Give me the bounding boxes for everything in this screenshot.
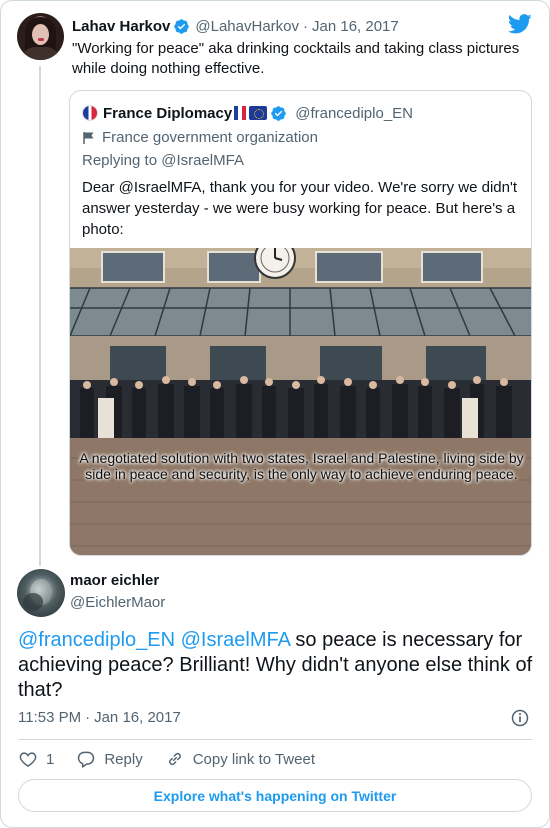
reply-label: Reply: [104, 750, 143, 768]
author-handle[interactable]: @LahavHarkov: [195, 18, 299, 35]
copy-link-button[interactable]: Copy link to Tweet: [165, 749, 315, 769]
reply-date: Jan 16, 2017: [94, 709, 181, 726]
reply-icon: [78, 751, 95, 768]
author-name[interactable]: Lahav Harkov: [72, 18, 170, 35]
like-count: 1: [46, 750, 55, 768]
reply-timestamp[interactable]: 11:53 PM · Jan 16, 2017: [18, 709, 181, 726]
verified-badge-icon: [174, 18, 190, 34]
government-label: France government organization: [82, 129, 318, 146]
mention-francediplo[interactable]: @francediplo_EN: [18, 629, 175, 651]
twitter-bird-icon[interactable]: [508, 14, 532, 34]
info-icon[interactable]: [510, 708, 530, 728]
action-bar: 1 Reply Copy link to Tweet: [18, 748, 337, 770]
quoted-tweet[interactable]: France Diplomacy @francediplo_EN France …: [69, 90, 532, 556]
separator-dot: ·: [303, 17, 308, 35]
quoted-tweet-text: Dear @IsraelMFA, thank you for your vide…: [82, 179, 518, 238]
france-diplomacy-avatar: [82, 105, 98, 121]
reply-author-name[interactable]: maor eichler: [70, 572, 159, 589]
link-icon: [168, 752, 181, 766]
reply-text: @francediplo_EN @IsraelMFA so peace is n…: [18, 628, 538, 703]
avatar-maor[interactable]: [17, 569, 65, 617]
verified-badge-icon: [271, 105, 286, 121]
copy-link-label: Copy link to Tweet: [192, 750, 315, 768]
like-button[interactable]: 1: [18, 749, 54, 769]
divider: [18, 739, 532, 740]
france-flag-icon: [234, 106, 247, 120]
group-photo-illustration: [70, 248, 531, 555]
group-photo[interactable]: A negotiated solution with two states, I…: [70, 248, 531, 555]
government-flag-icon: [83, 131, 94, 144]
tweet-date[interactable]: Jan 16, 2017: [312, 18, 399, 35]
tweet-text: "Working for peace" aka drinking cocktai…: [72, 40, 520, 77]
explore-button[interactable]: Explore what's happening on Twitter: [18, 779, 532, 812]
quoted-author-handle: @francediplo_EN: [295, 104, 414, 122]
photo-caption: A negotiated solution with two states, I…: [79, 450, 524, 482]
tweet-header: Lahav Harkov @LahavHarkov · Jan 16, 2017: [72, 16, 399, 36]
reply-time: 11:53 PM: [18, 709, 82, 726]
mention-israelmfa[interactable]: @IsraelMFA: [181, 629, 290, 651]
reply-button[interactable]: Reply: [76, 749, 143, 769]
reply-author-handle[interactable]: @EichlerMaor: [70, 594, 165, 611]
org-label: France government organization: [102, 129, 318, 146]
eu-flag-icon: [249, 106, 268, 120]
separator-dot: ·: [85, 709, 91, 726]
replying-to: Replying to @IsraelMFA: [82, 152, 244, 169]
heart-icon: [19, 752, 37, 767]
avatar-lahav[interactable]: [17, 13, 64, 60]
quoted-tweet-header: France Diplomacy @francediplo_EN: [82, 103, 413, 123]
quoted-author-name: France Diplomacy: [103, 104, 233, 122]
thread-connector: [39, 66, 41, 566]
